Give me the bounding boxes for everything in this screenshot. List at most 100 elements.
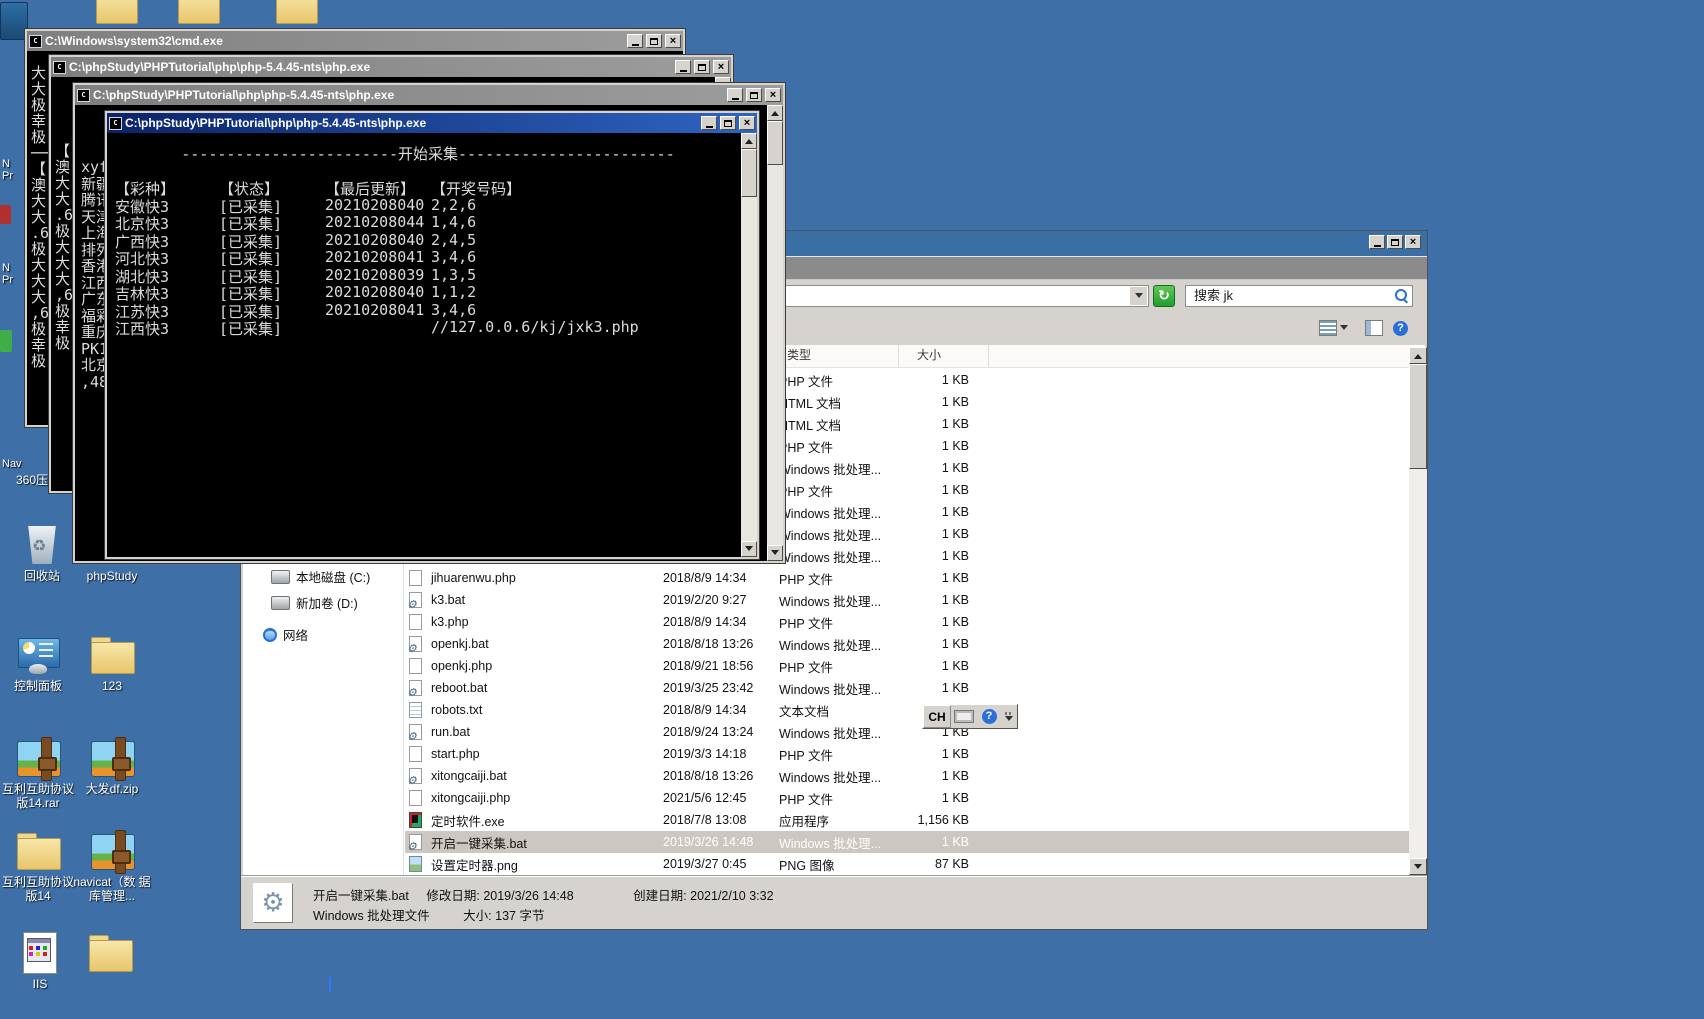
- maximize-button[interactable]: [720, 116, 736, 130]
- table-row[interactable]: openkj.php 2018/9/21 18:56 PHP 文件 1 KB: [405, 655, 1409, 677]
- shortcut-icon[interactable]: [0, 330, 12, 352]
- close-button[interactable]: ×: [665, 34, 681, 48]
- column-header-type[interactable]: 类型: [775, 345, 899, 367]
- file-size: 1 KB: [941, 395, 969, 409]
- console-titlebar[interactable]: C C:\Windows\system32\cmd.exe ×: [27, 31, 683, 51]
- folder-icon[interactable]: [276, 0, 318, 24]
- sidebar-item-network[interactable]: 网络: [263, 625, 308, 644]
- table-row[interactable]: xitongcaiji.bat 2018/8/18 13:26 Windows 批处…: [405, 765, 1409, 787]
- close-button[interactable]: ×: [1405, 235, 1421, 249]
- maximize-button[interactable]: [1387, 235, 1403, 249]
- vertical-scrollbar[interactable]: [1409, 347, 1427, 875]
- table-row[interactable]: jihuarenwu.php 2018/8/9 14:34 PHP 文件 1 KB: [405, 567, 1409, 589]
- table-row[interactable]: robots.txt2018/8/9 14:34文本文档1 KB: [405, 699, 1409, 721]
- folder-icon[interactable]: [178, 0, 220, 24]
- desktop-icon-iis[interactable]: IIS: [0, 930, 80, 991]
- file-icon-cell: [405, 768, 431, 787]
- minimize-button[interactable]: [701, 116, 717, 130]
- desktop-icon-label: 控制面板: [13, 679, 62, 693]
- maximize-button[interactable]: [646, 34, 662, 48]
- close-button[interactable]: ×: [765, 88, 781, 102]
- console-row: 江苏快3 [已采集] 20210208041 3,4,6: [107, 300, 741, 321]
- console-titlebar[interactable]: C C:\phpStudy\PHPTutorial\php\php-5.4.45…: [75, 85, 783, 105]
- sidebar-item-drive-1[interactable]: 新加卷 (D:): [271, 593, 358, 612]
- maximize-button[interactable]: [746, 88, 762, 102]
- console-col-header: 【开奖号码】: [431, 180, 522, 198]
- console-col-header: 【最后更新】: [325, 180, 416, 198]
- address-dropdown-icon[interactable]: [1130, 287, 1147, 305]
- drive-icon: [271, 569, 290, 584]
- lottery-result: 3,4,6: [431, 300, 477, 319]
- desktop-icon-navicat[interactable]: navicat（数 据库管理...: [72, 828, 152, 903]
- table-row[interactable]: run.bat2018/9/24 13:24Windows 批处理...1 KB: [405, 721, 1409, 743]
- lottery-updated: 20210208040: [325, 195, 425, 214]
- refresh-button[interactable]: ↻: [1153, 285, 1175, 307]
- lottery-status: [已采集]: [219, 250, 283, 268]
- table-row[interactable]: 定时软件.exe 2018/7/8 13:08 应用程序 1,156 KB: [405, 809, 1409, 831]
- file-name: robots.txt: [431, 703, 483, 717]
- help-button[interactable]: ?: [1393, 319, 1408, 337]
- desktop-icon-folder123[interactable]: 123: [72, 632, 152, 693]
- preview-pane-button[interactable]: [1365, 319, 1383, 337]
- table-row[interactable]: openkj.bat 2018/8/18 13:26 Windows 批处理... 1…: [405, 633, 1409, 655]
- desktop-icon-dfzip[interactable]: 大发df.zip: [72, 735, 152, 796]
- console-title: C:\phpStudy\PHPTutorial\php\php-5.4.45-n…: [69, 60, 371, 74]
- table-row[interactable]: reboot.bat 2019/3/25 23:42 Windows 批处理... 1…: [405, 677, 1409, 699]
- file-size: 1 KB: [941, 747, 969, 761]
- console-scrollbar[interactable]: [741, 133, 757, 557]
- table-row[interactable]: start.php 2019/3/3 14:18 PHP 文件 1 KB: [405, 743, 1409, 765]
- sidebar-item-drive-0[interactable]: 本地磁盘 (C:): [271, 567, 370, 586]
- lottery-updated: 20210208039: [325, 265, 425, 284]
- status-modified: 2019/3/26 14:48: [483, 889, 574, 903]
- maximize-button[interactable]: [694, 60, 710, 74]
- scrollbar-thumb[interactable]: [1409, 364, 1427, 469]
- language-indicator[interactable]: CH: [923, 705, 951, 728]
- lottery-updated: 20210208041: [325, 248, 425, 266]
- table-row[interactable]: 开启一键采集.bat 2019/3/26 14:48 Windows 批处理... 1…: [405, 831, 1409, 853]
- language-help-button[interactable]: ?: [977, 706, 1001, 727]
- folder14-icon: [15, 828, 61, 872]
- desktop-icon-folderx[interactable]: [70, 930, 150, 974]
- nav-label: 本地磁盘 (C:): [296, 571, 371, 585]
- file-name: run.bat: [431, 725, 470, 739]
- keyboard-icon[interactable]: [951, 706, 977, 727]
- close-button[interactable]: ×: [713, 60, 729, 74]
- desktop-icon-control[interactable]: 控制面板: [0, 632, 78, 693]
- rar14-icon: [15, 735, 61, 781]
- file-type: 文本文档: [779, 704, 830, 719]
- search-value: 搜索 jk: [1194, 288, 1234, 303]
- file-size: 1 KB: [941, 417, 969, 431]
- minimize-button[interactable]: [1369, 235, 1385, 249]
- console-titlebar[interactable]: C C:\phpStudy\PHPTutorial\php\php-5.4.45…: [51, 57, 731, 77]
- file-type: PHP 文件: [779, 374, 833, 389]
- file-name: 设置定时器.png: [431, 858, 518, 873]
- close-button[interactable]: ×: [739, 116, 755, 130]
- console-col-header: 【状态】: [219, 180, 280, 198]
- views-button[interactable]: [1319, 319, 1348, 337]
- scroll-down-icon[interactable]: [1409, 858, 1427, 875]
- desktop-icon-recycle[interactable]: ♻ 回收站: [2, 522, 82, 583]
- table-row[interactable]: k3.php 2018/8/9 14:34 PHP 文件 1 KB: [405, 611, 1409, 633]
- table-row[interactable]: xitongcaiji.php 2021/5/6 12:45 PHP 文件 1 KB: [405, 787, 1409, 809]
- file-size: 1 KB: [941, 791, 969, 805]
- status-line-1: 开启一键采集.bat 修改日期: 2019/3/26 14:48 创建日期: 2…: [313, 885, 774, 904]
- desktop-icon-rar14[interactable]: 互利互助协议 版14.rar: [0, 735, 78, 810]
- lottery-updated: [325, 318, 431, 336]
- minimize-button[interactable]: [727, 88, 743, 102]
- status-size-label: 大小:: [463, 909, 492, 923]
- search-input[interactable]: 搜索 jk: [1185, 285, 1413, 307]
- shortcut-icon[interactable]: [0, 205, 11, 224]
- console-titlebar[interactable]: C C:\phpStudy\PHPTutorial\php\php-5.4.45…: [107, 113, 757, 133]
- desktop-icon-folder14[interactable]: 互利互助协议 版14: [0, 828, 78, 903]
- console-scrollbar[interactable]: [767, 105, 783, 561]
- minimize-button[interactable]: [627, 34, 643, 48]
- file-size: 1 KB: [941, 527, 969, 541]
- column-header-size[interactable]: 大小: [899, 345, 989, 367]
- folder-icon[interactable]: [96, 0, 138, 24]
- language-options-button[interactable]: [1001, 706, 1017, 727]
- scroll-up-icon[interactable]: [1409, 347, 1427, 364]
- lottery-result: 1,3,5: [431, 265, 477, 284]
- table-row[interactable]: 设置定时器.png 2019/3/27 0:45 PNG 图像 87 KB: [405, 853, 1409, 875]
- table-row[interactable]: k3.bat 2019/2/20 9:27 Windows 批处理... 1 KB: [405, 589, 1409, 611]
- minimize-button[interactable]: [675, 60, 691, 74]
